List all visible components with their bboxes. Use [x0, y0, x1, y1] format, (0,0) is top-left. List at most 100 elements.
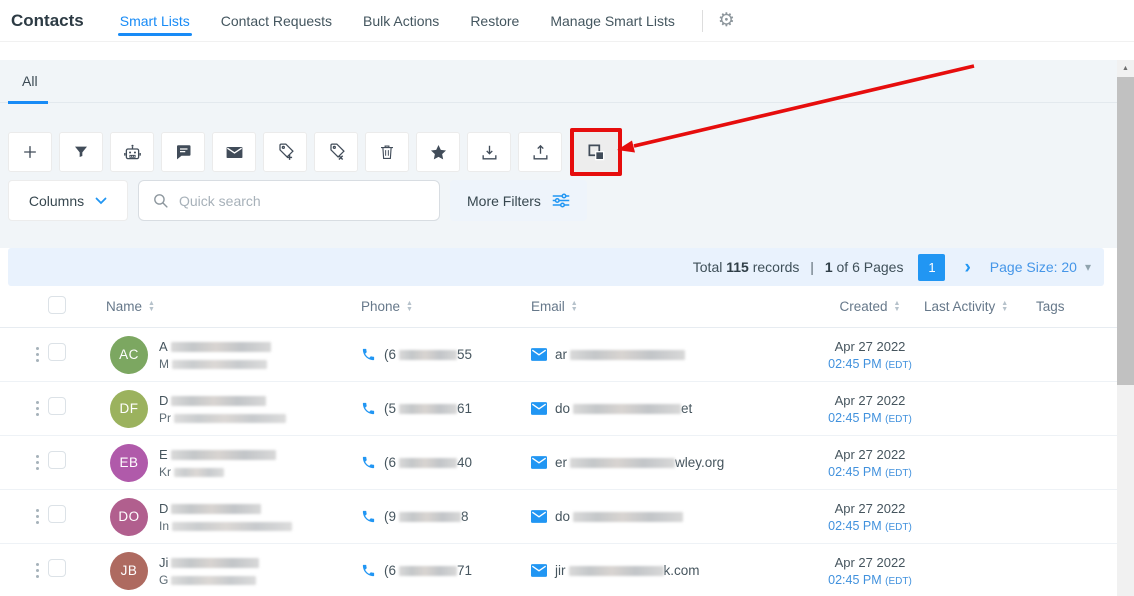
- page-1-button[interactable]: 1: [918, 254, 945, 281]
- funnel-icon: [73, 144, 89, 160]
- redacted-name: [171, 504, 261, 514]
- contact-name-cell[interactable]: AC AM: [106, 336, 361, 374]
- redacted-company: [172, 360, 267, 369]
- content-section: All Columns More Filters: [0, 60, 1117, 248]
- phone-cell[interactable]: (98: [361, 509, 531, 524]
- redacted-email: [570, 350, 685, 360]
- records-summary: Total 115 records | 1 of 6 Pages: [693, 259, 904, 275]
- contact-name-cell[interactable]: JBJiG: [106, 552, 361, 590]
- filter-row: Columns More Filters: [8, 180, 587, 221]
- tab-all[interactable]: All: [22, 73, 38, 89]
- row-menu-kebab[interactable]: [34, 453, 41, 472]
- sort-icon[interactable]: ▲▼: [148, 301, 155, 313]
- columns-dropdown[interactable]: Columns: [8, 180, 128, 221]
- row-checkbox[interactable]: [48, 397, 66, 415]
- phone-cell[interactable]: (640: [361, 455, 531, 470]
- toolbar-add-contact-button[interactable]: [8, 132, 52, 172]
- toolbar-add-to-favorites-button[interactable]: [416, 132, 460, 172]
- created-date: Apr 27 2022: [816, 339, 924, 354]
- avatar: AC: [110, 336, 148, 374]
- column-header-created[interactable]: Created▲▼: [816, 299, 924, 314]
- next-page-button[interactable]: ›: [964, 258, 970, 277]
- row-menu-kebab[interactable]: [34, 561, 41, 580]
- created-time: 02:45 PM (EDT): [816, 357, 924, 371]
- records-label: records: [753, 259, 800, 275]
- toolbar-add-tag-button[interactable]: [263, 132, 307, 172]
- row-checkbox[interactable]: [48, 451, 66, 469]
- caret-down-icon: ▾: [1085, 260, 1091, 274]
- sort-icon[interactable]: ▲▼: [571, 301, 578, 313]
- avatar: DO: [110, 498, 148, 536]
- email-cell[interactable]: do: [531, 509, 816, 524]
- column-header-name[interactable]: Name▲▼: [106, 299, 361, 314]
- settings-gear-icon[interactable]: ⚙: [718, 11, 735, 30]
- nav-divider: [702, 10, 703, 32]
- nav-tab-manage-smart-lists[interactable]: Manage Smart Lists: [550, 0, 675, 41]
- download-icon: [480, 143, 499, 162]
- toolbar-delete-button[interactable]: [365, 132, 409, 172]
- toolbar-merge-contacts-button[interactable]: [574, 132, 618, 172]
- email-icon: [531, 564, 547, 577]
- current-page: 1: [825, 259, 833, 275]
- toolbar-automation-button[interactable]: [110, 132, 154, 172]
- table-row: DFDPr(561doetApr 27 202202:45 PM (EDT): [0, 382, 1117, 436]
- contact-name: D: [159, 393, 286, 408]
- toolbar-send-sms-button[interactable]: [161, 132, 205, 172]
- sort-icon[interactable]: ▲▼: [1001, 301, 1008, 313]
- row-checkbox[interactable]: [48, 559, 66, 577]
- column-header-email[interactable]: Email▲▼: [531, 299, 816, 314]
- toolbar-export-contacts-button[interactable]: [518, 132, 562, 172]
- nav-tab-smart-lists[interactable]: Smart Lists: [120, 0, 190, 41]
- column-header-last-activity[interactable]: Last Activity▲▼: [924, 299, 1036, 314]
- contact-name-cell[interactable]: EBEKr: [106, 444, 361, 482]
- contact-company: M: [159, 357, 271, 371]
- email-cell[interactable]: doet: [531, 401, 816, 416]
- contact-name-cell[interactable]: DODIn: [106, 498, 361, 536]
- toolbar-send-email-button[interactable]: [212, 132, 256, 172]
- chevron-down-icon: [95, 197, 107, 205]
- row-menu-kebab[interactable]: [34, 507, 41, 526]
- email-icon: [531, 402, 547, 415]
- email-cell[interactable]: jirk.com: [531, 563, 816, 578]
- created-cell: Apr 27 202202:45 PM (EDT): [816, 501, 924, 533]
- phone-cell[interactable]: (561: [361, 401, 531, 416]
- contact-company: Pr: [159, 411, 286, 425]
- column-header-phone[interactable]: Phone▲▼: [361, 299, 531, 314]
- phone-cell[interactable]: (671: [361, 563, 531, 578]
- smart-list-tabs: All: [0, 60, 1117, 103]
- nav-tab-contact-requests[interactable]: Contact Requests: [221, 0, 332, 41]
- tab-all-active-underline: [8, 101, 48, 104]
- scrollbar-thumb[interactable]: [1117, 77, 1134, 385]
- select-all-checkbox[interactable]: [48, 296, 66, 314]
- redacted-company: [174, 414, 286, 423]
- table-row: EBEKr(640erwley.orgApr 27 202202:45 PM (…: [0, 436, 1117, 490]
- email-cell[interactable]: ar: [531, 347, 816, 362]
- contact-name-cell[interactable]: DF D Pr: [106, 390, 361, 428]
- phone-cell[interactable]: (655: [361, 347, 531, 362]
- toolbar-remove-tag-button[interactable]: [314, 132, 358, 172]
- toolbar-filter-button[interactable]: [59, 132, 103, 172]
- created-time: 02:45 PM (EDT): [816, 465, 924, 479]
- contact-name: Ji: [159, 555, 259, 570]
- row-checkbox[interactable]: [48, 505, 66, 523]
- more-filters-button[interactable]: More Filters: [450, 180, 587, 221]
- sort-icon[interactable]: ▲▼: [406, 301, 413, 313]
- contact-name: A: [159, 339, 271, 354]
- quick-search-box: [138, 180, 440, 221]
- search-icon: [152, 192, 169, 209]
- scrollbar-up-arrow[interactable]: ▲: [1117, 60, 1134, 76]
- email-cell[interactable]: erwley.org: [531, 455, 816, 470]
- row-menu-kebab[interactable]: [34, 399, 41, 418]
- row-checkbox[interactable]: [48, 343, 66, 361]
- search-input[interactable]: [179, 193, 426, 209]
- toolbar: [8, 128, 622, 176]
- created-time: 02:45 PM (EDT): [816, 573, 924, 587]
- nav-tab-restore[interactable]: Restore: [470, 0, 519, 41]
- toolbar-import-contacts-button[interactable]: [467, 132, 511, 172]
- row-menu-kebab[interactable]: [34, 345, 41, 364]
- nav-tab-bulk-actions[interactable]: Bulk Actions: [363, 0, 439, 41]
- nav-tabs: Smart Lists Contact Requests Bulk Actions R…: [120, 0, 675, 41]
- avatar: DF: [110, 390, 148, 428]
- sort-icon[interactable]: ▲▼: [894, 301, 901, 313]
- page-size-selector[interactable]: Page Size: 20 ▾: [990, 259, 1091, 275]
